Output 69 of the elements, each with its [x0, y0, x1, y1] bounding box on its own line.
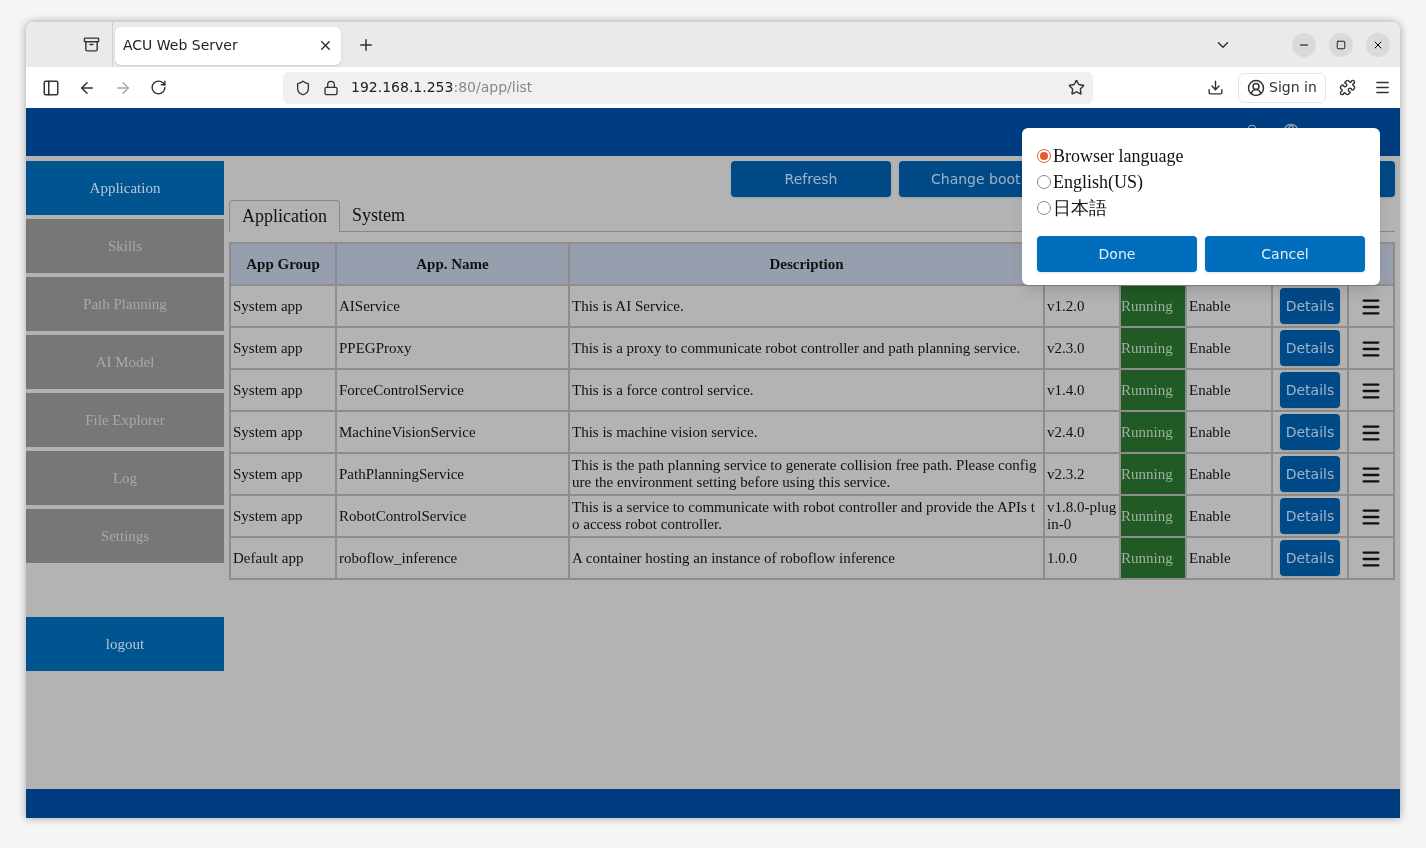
table-cell: System app — [230, 453, 336, 495]
sidebar-icon[interactable] — [42, 78, 60, 97]
table-cell: This is a service to communicate with robot controller and provide the APIs to access robot controller. — [569, 495, 1044, 537]
column-header: App Group — [230, 243, 336, 285]
toolbar-button[interactable]: Refresh — [731, 161, 891, 197]
details-button[interactable]: Details — [1280, 414, 1340, 450]
shield-icon[interactable] — [295, 79, 311, 96]
table-cell: This is a force control service. — [569, 369, 1044, 411]
status-cell: Running — [1120, 453, 1186, 495]
table-cell: MachineVisionService — [336, 411, 569, 453]
menu-icon[interactable] — [1373, 79, 1391, 96]
table-cell: Enable — [1186, 453, 1272, 495]
table-cell: This is the path planning service to generate collision free path. Please configure the environment setting before using this service. — [569, 453, 1044, 495]
address-bar[interactable]: 192.168.1.253:80/app/list — [283, 71, 1093, 104]
table-cell: PPEGProxy — [336, 327, 569, 369]
table-cell: System app — [230, 411, 336, 453]
tab[interactable]: Application — [229, 200, 340, 232]
status-cell: Running — [1120, 369, 1186, 411]
details-button[interactable]: Details — [1280, 540, 1340, 576]
table-cell: System app — [230, 369, 336, 411]
table-cell: A container hosting an instance of roboflow inference — [569, 537, 1044, 579]
table-cell: Enable — [1186, 327, 1272, 369]
table-cell: PathPlanningService — [336, 453, 569, 495]
close-icon[interactable] — [318, 38, 333, 53]
status-cell: Running — [1120, 495, 1186, 537]
radio-label: 日本語 — [1053, 196, 1107, 220]
table-cell: This is machine vision service. — [569, 411, 1044, 453]
table-cell: This is a proxy to communicate robot controller and path planning service. — [569, 327, 1044, 369]
status-cell: Running — [1120, 411, 1186, 453]
details-button[interactable]: Details — [1280, 498, 1340, 534]
minimize-button[interactable] — [1292, 32, 1316, 57]
table-cell: ForceControlService — [336, 369, 569, 411]
column-header: Description — [569, 243, 1044, 285]
table-cell: System app — [230, 495, 336, 537]
extensions-icon[interactable] — [1338, 79, 1356, 96]
table-cell: Enable — [1186, 537, 1272, 579]
reload-icon[interactable] — [150, 79, 167, 96]
table-cell: System app — [230, 285, 336, 327]
column-header: App. Name — [336, 243, 569, 285]
table-cell: RobotControlService — [336, 495, 569, 537]
details-button[interactable]: Details — [1280, 456, 1340, 492]
maximize-button[interactable] — [1329, 32, 1353, 57]
table-cell: AIService — [336, 285, 569, 327]
url-text: 192.168.1.253:80/app/list — [351, 78, 533, 97]
table-cell: Enable — [1186, 411, 1272, 453]
table-cell: Enable — [1186, 495, 1272, 537]
details-button[interactable]: Details — [1280, 288, 1340, 324]
table-cell: System app — [230, 327, 336, 369]
details-button[interactable]: Details — [1280, 372, 1340, 408]
dialog-button[interactable]: Done — [1037, 236, 1197, 272]
maximize-icon[interactable] — [1336, 39, 1346, 50]
account-icon[interactable] — [1247, 78, 1265, 97]
browser-tab[interactable]: ACU Web Server — [115, 26, 341, 65]
sign-in-button[interactable]: Sign in — [1238, 72, 1326, 103]
status-cell: Running — [1120, 327, 1186, 369]
table-cell: roboflow_inference — [336, 537, 569, 579]
tab[interactable]: System — [340, 199, 417, 231]
table-cell: This is AI Service. — [569, 285, 1044, 327]
table-cell: Default app — [230, 537, 336, 579]
status-cell: Running — [1120, 285, 1186, 327]
lock-icon[interactable] — [323, 79, 339, 96]
sidebar-item[interactable]: Application — [26, 161, 224, 215]
bookmark-star-icon[interactable] — [1068, 79, 1085, 96]
status-cell: Running — [1120, 537, 1186, 579]
dialog-button[interactable]: Cancel — [1205, 236, 1365, 272]
logout-button[interactable]: logout — [26, 617, 224, 671]
details-button[interactable]: Details — [1280, 330, 1340, 366]
table-cell: Enable — [1186, 369, 1272, 411]
download-icon[interactable] — [1207, 79, 1224, 96]
